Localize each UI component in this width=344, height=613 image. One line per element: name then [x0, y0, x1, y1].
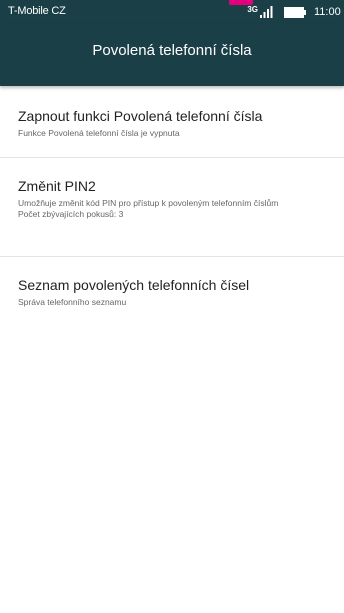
status-icons: 3G 11:00 — [247, 4, 344, 20]
signal-strength-icon — [260, 6, 274, 18]
notification-indicator — [229, 0, 253, 5]
status-clock: 11:00 — [314, 6, 341, 18]
action-bar: Povolená telefonní čísla — [0, 24, 344, 86]
preference-list: Zapnout funkci Povolená telefonní čísla … — [0, 86, 344, 329]
pref-summary: Funkce Povolená telefonní čísla je vypnu… — [18, 128, 180, 138]
pref-title: Změnit PIN2 — [18, 178, 96, 194]
page-title: Povolená telefonní čísla — [92, 42, 252, 59]
carrier-name: T-Mobile CZ — [8, 5, 66, 17]
pref-summary: Umožňuje změnit kód PIN pro přístup k po… — [18, 198, 326, 220]
pref-fdn-list[interactable]: Seznam povolených telefonních čísel Sprá… — [0, 257, 344, 329]
network-type-label: 3G — [247, 4, 258, 14]
pref-summary-line: Počet zbývajících pokusů: 3 — [18, 209, 124, 219]
pref-title: Zapnout funkci Povolená telefonní čísla — [18, 108, 263, 124]
pref-enable-fdn[interactable]: Zapnout funkci Povolená telefonní čísla … — [0, 86, 344, 158]
pref-title: Seznam povolených telefonních čísel — [18, 277, 250, 293]
status-bar: T-Mobile CZ 3G 11:00 — [0, 0, 344, 24]
pref-summary-line: Umožňuje změnit kód PIN pro přístup k po… — [18, 198, 279, 208]
screen: T-Mobile CZ 3G 11:00 Povolená telefonní … — [0, 0, 344, 613]
battery-icon — [284, 6, 306, 18]
pref-change-pin2[interactable]: Změnit PIN2 Umožňuje změnit kód PIN pro … — [0, 158, 344, 257]
pref-summary: Správa telefonního seznamu — [18, 297, 127, 307]
